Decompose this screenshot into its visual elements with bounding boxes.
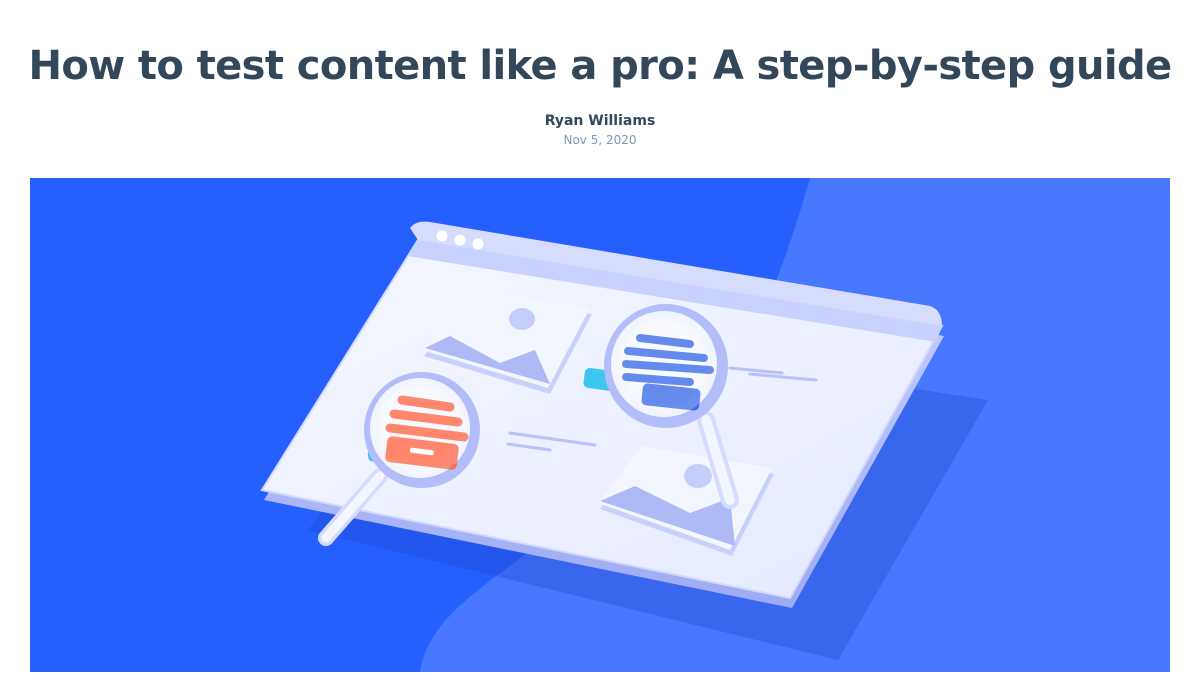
hero-illustration bbox=[30, 178, 1170, 672]
page-title: How to test content like a pro: A step-b… bbox=[28, 43, 1172, 89]
window-dot-icon bbox=[472, 238, 484, 250]
hero-image bbox=[30, 178, 1170, 672]
author-name[interactable]: Ryan Williams bbox=[0, 112, 1200, 130]
window-dot-icon bbox=[454, 234, 466, 246]
window-dot-icon bbox=[436, 230, 448, 242]
article-header: How to test content like a pro: A step-b… bbox=[0, 0, 1200, 178]
publish-date: Nov 5, 2020 bbox=[563, 133, 637, 147]
